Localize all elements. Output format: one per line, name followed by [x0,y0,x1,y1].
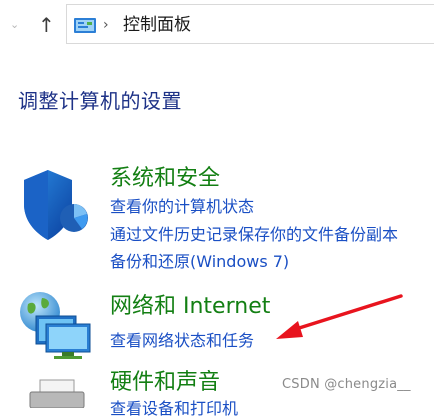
up-arrow-icon[interactable]: ↑ [38,12,55,38]
category-system-security-title[interactable]: 系统和安全 [110,165,220,193]
control-panel-icon [73,17,97,35]
navigation-bar: ⌄ ↑ › 控制面板 [0,0,434,52]
category-network-internet-title[interactable]: 网络和 Internet [110,293,270,321]
link-view-network-status[interactable]: 查看网络状态和任务 [110,330,254,352]
breadcrumb-control-panel[interactable]: 控制面板 [123,13,191,37]
printer-icon[interactable] [28,378,88,412]
annotation-arrow-icon [276,294,403,339]
link-view-computer-status[interactable]: 查看你的计算机状态 [110,196,254,218]
network-icon[interactable] [16,290,92,364]
recent-locations-dropdown-icon[interactable]: ⌄ [10,14,19,36]
shield-icon[interactable] [20,168,90,246]
page-title: 调整计算机的设置 [18,89,182,113]
category-hardware-sound-title[interactable]: 硬件和声音 [110,369,220,397]
breadcrumb-separator-icon[interactable]: › [103,14,109,36]
address-bar[interactable]: › 控制面板 [66,4,434,44]
link-file-history-backup[interactable]: 通过文件历史记录保存你的文件备份副本 [110,224,398,246]
link-view-devices-printers[interactable]: 查看设备和打印机 [110,398,238,420]
csdn-watermark: CSDN @chengzia__ [282,377,411,392]
link-backup-restore[interactable]: 备份和还原(Windows 7) [110,251,289,273]
